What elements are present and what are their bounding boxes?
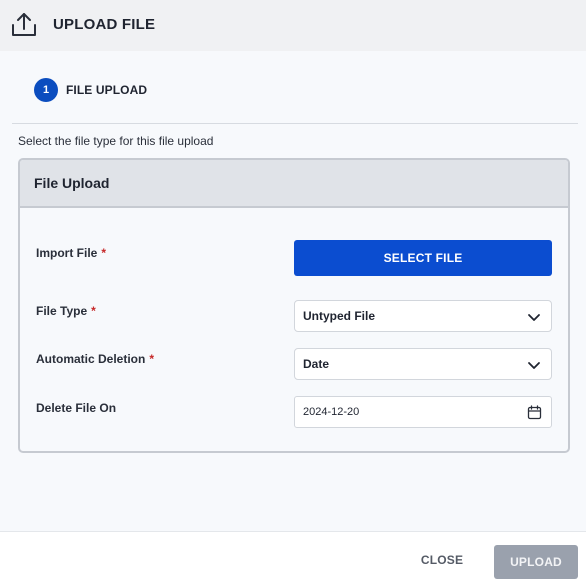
- panel-header: File Upload: [20, 160, 568, 208]
- file-type-value: Untyped File: [303, 309, 376, 323]
- close-button[interactable]: CLOSE: [412, 548, 472, 572]
- delete-file-on-label-text: Delete File On: [36, 401, 117, 415]
- upload-button[interactable]: UPLOAD: [494, 545, 578, 579]
- dialog-header: UPLOAD FILE: [0, 0, 586, 51]
- step-number-badge[interactable]: 1: [34, 78, 58, 102]
- file-upload-panel: File Upload Import File * SELECT FILE Fil…: [18, 158, 570, 453]
- step-label[interactable]: FILE UPLOAD: [66, 83, 147, 97]
- stepper: 1 FILE UPLOAD: [34, 78, 147, 102]
- required-marker: *: [101, 246, 107, 260]
- calendar-icon[interactable]: [527, 405, 542, 420]
- import-file-label: Import File *: [36, 246, 106, 260]
- dialog-footer: CLOSE UPLOAD: [0, 531, 586, 583]
- divider: [12, 123, 578, 124]
- file-type-label-text: File Type: [36, 304, 88, 318]
- delete-file-on-value: 2024-12-20: [303, 406, 360, 418]
- import-file-label-text: Import File: [36, 246, 98, 260]
- automatic-deletion-value: Date: [303, 357, 330, 371]
- automatic-deletion-label: Automatic Deletion *: [36, 352, 154, 366]
- dialog-title: UPLOAD FILE: [53, 16, 156, 33]
- upload-file-dialog: UPLOAD FILE 1 FILE UPLOAD Select the fil…: [0, 0, 586, 583]
- file-type-select[interactable]: Untyped File: [294, 300, 552, 332]
- automatic-deletion-label-text: Automatic Deletion: [36, 352, 146, 366]
- chevron-down-icon: [527, 358, 541, 372]
- instruction-text: Select the file type for this file uploa…: [18, 134, 214, 148]
- automatic-deletion-select[interactable]: Date: [294, 348, 552, 380]
- required-marker: *: [91, 304, 96, 318]
- select-file-button[interactable]: SELECT FILE: [294, 240, 552, 276]
- chevron-down-icon: [527, 310, 541, 324]
- upload-icon: [10, 11, 38, 39]
- required-marker: *: [149, 352, 155, 366]
- delete-file-on-label: Delete File On: [36, 401, 116, 415]
- panel-title: File Upload: [34, 175, 110, 191]
- delete-file-on-date-input[interactable]: 2024-12-20: [294, 396, 552, 428]
- file-type-label: File Type *: [36, 304, 96, 318]
